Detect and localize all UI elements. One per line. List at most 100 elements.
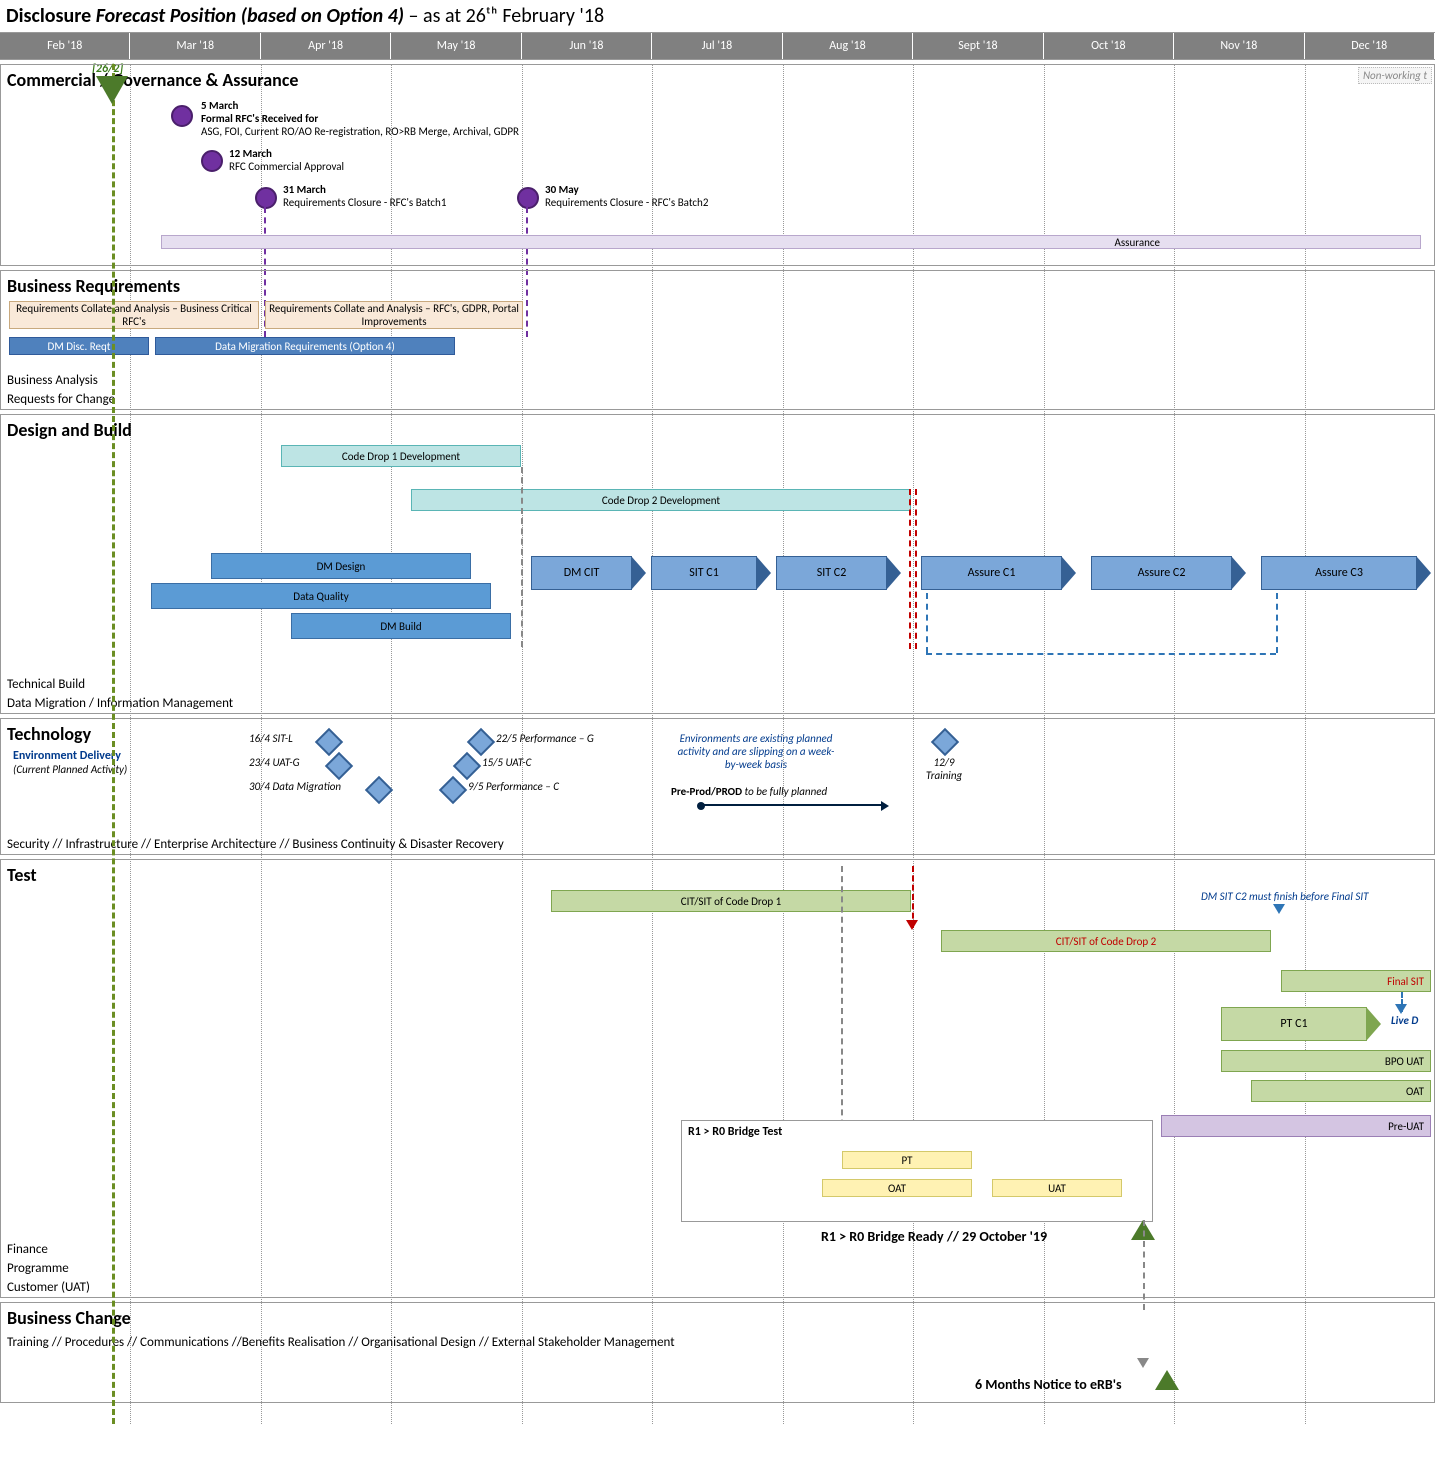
diamond-milestone-icon [453,752,481,780]
task-bar: DM Design [211,553,471,579]
dependency-line [912,866,914,928]
phase-arrow: SIT C1 [651,557,771,589]
dependency-line [926,653,1276,655]
diamond-label: 22/5 Performance – G [496,732,594,745]
phase-arrow: DM CIT [531,557,646,589]
task-bar: BPO UAT [1221,1050,1431,1072]
month-cell: Apr '18 [261,33,391,59]
title-suffix: – as at 26ᵗʰ February '18 [409,4,605,28]
milestone-label: 31 March Requirements Closure - RFC's Ba… [283,183,446,209]
task-bar: DM Disc. Reqt [9,337,149,355]
swimlane-footer: Training // Procedures // Communications… [1,1333,1434,1352]
month-cell: Dec '18 [1305,33,1435,59]
month-cell: May '18 [391,33,521,59]
dependency-line [521,467,523,647]
month-cell: Oct '18 [1044,33,1174,59]
swimlane-heading: Business Requirements [1,271,1434,301]
bridge-test-box: R1 > R0 Bridge Test PT OAT UAT [681,1120,1153,1222]
diamond-milestone-icon [325,752,353,780]
diamond-date: 12/9 [917,756,971,769]
milestone-text: 6 Months Notice to eRB's [975,1376,1122,1393]
swimlane-technology: Technology Environment Delivery (Current… [0,718,1435,855]
swimlane-change: Business Change Training // Procedures /… [0,1302,1435,1403]
milestone-title: Requirements Closure - RFC's Batch2 [545,196,708,209]
phase-label: PT C1 [1221,1007,1367,1041]
milestone-label: 12 March RFC Commercial Approval [229,147,344,173]
milestone-title: Formal RFC's Received for [201,112,519,125]
month-cell: Aug '18 [783,33,913,59]
swimlane-footer: Customer (UAT) [1,1278,1434,1297]
swimlane-heading: Test [1,860,1434,890]
diamond-label: 16/4 SIT-L [249,732,293,745]
diamond-label: 30/4 Data Migration [249,780,341,793]
phase-label: SIT C2 [776,556,887,590]
month-cell: Mar '18 [130,33,260,59]
label: Live D [1391,1014,1418,1027]
month-cell: Sept '18 [913,33,1043,59]
milestone-date: 12 March [229,147,344,160]
task-bar: Code Drop 1 Development [281,445,521,467]
phase-arrow: PT C1 [1221,1008,1381,1040]
annotation: DM SIT C2 must finish before Final SIT [1201,890,1368,903]
milestone-title: RFC Commercial Approval [229,160,344,173]
annotation-bold: Pre-Prod/PROD [671,785,742,798]
phase-arrow: SIT C2 [776,557,901,589]
milestone-text: R1 > R0 Bridge Ready // 29 October '19 [821,1228,1047,1245]
timeline-arrow-icon [701,804,881,806]
arrowhead-icon [1273,904,1285,914]
phase-arrow: Assure C3 [1261,557,1431,589]
milestone-icon [201,150,223,172]
dependency-line [926,593,928,653]
swimlane-heading: Commercial / Governance & Assurance [1,65,1434,95]
diamond-milestone-icon [365,776,393,804]
phase-label: SIT C1 [651,556,757,590]
swimlane-footer: Security // Infrastructure // Enterprise… [1,835,1434,854]
arrowhead-icon [1137,1358,1149,1368]
annotation-line: activity and are slipping on a week- [651,745,861,758]
diamond-text: Training [917,769,971,782]
today-marker-icon [96,76,128,104]
annotation-line: Environments are existing planned [651,732,861,745]
phase-label: DM CIT [531,556,632,590]
swimlane-footer: Programme [1,1259,1434,1278]
title-main: Forecast Position (based on Option 4) [96,4,404,28]
month-cell: Feb '18 [0,33,130,59]
milestone-date: 5 March [201,99,519,112]
dependency-line [1276,593,1278,653]
diamond-milestone-icon [439,776,467,804]
task-bar: Code Drop 2 Development [411,489,911,511]
assurance-bar: Assurance [161,235,1421,249]
swimlane-footer: Data Migration / Information Management [1,694,1434,713]
dependency-line [915,489,917,649]
swimlane-heading: Business Change [1,1303,1434,1333]
swimlane-footer: Technical Build [1,675,1434,694]
page-title: Disclosure Forecast Position (based on O… [0,0,1435,32]
dependency-line [841,866,843,1156]
swimlane-footer: Business Analysis [1,371,1434,390]
phase-label: Assure C3 [1261,556,1417,590]
dependency-line [1143,1220,1145,1310]
diamond-label: 15/5 UAT-C [482,756,531,769]
dependency-line [909,489,911,649]
nonworking-note: Non-working t [1358,67,1432,84]
task-bar: CIT/SIT of Code Drop 2 [941,930,1271,952]
diamond-milestone-icon [467,728,495,756]
month-header: Feb '18 Mar '18 Apr '18 May '18 Jun '18 … [0,32,1435,60]
swimlane-test: Test CIT/SIT of Code Drop 1 CIT/SIT of C… [0,859,1435,1298]
month-cell: Nov '18 [1174,33,1304,59]
swimlane-commercial: Non-working t Commercial / Governance & … [0,64,1435,266]
task-bar: Data Quality [151,583,491,609]
month-cell: Jun '18 [522,33,652,59]
task-bar: UAT [992,1179,1122,1197]
task-bar: Final SIT [1281,970,1431,992]
milestone-icon [517,187,539,209]
swimlane-bizreq: Business Requirements Requirements Colla… [0,270,1435,410]
milestone-label: 5 March Formal RFC's Received for ASG, F… [201,99,519,138]
phase-arrow: Assure C1 [921,557,1076,589]
milestone-title: Requirements Closure - RFC's Batch1 [283,196,446,209]
task-bar: DM Build [291,613,511,639]
triangle-milestone-icon [1155,1370,1179,1390]
month-cell: Jul '18 [652,33,782,59]
title-prefix: Disclosure [6,4,91,28]
phase-label: Assure C1 [921,556,1062,590]
